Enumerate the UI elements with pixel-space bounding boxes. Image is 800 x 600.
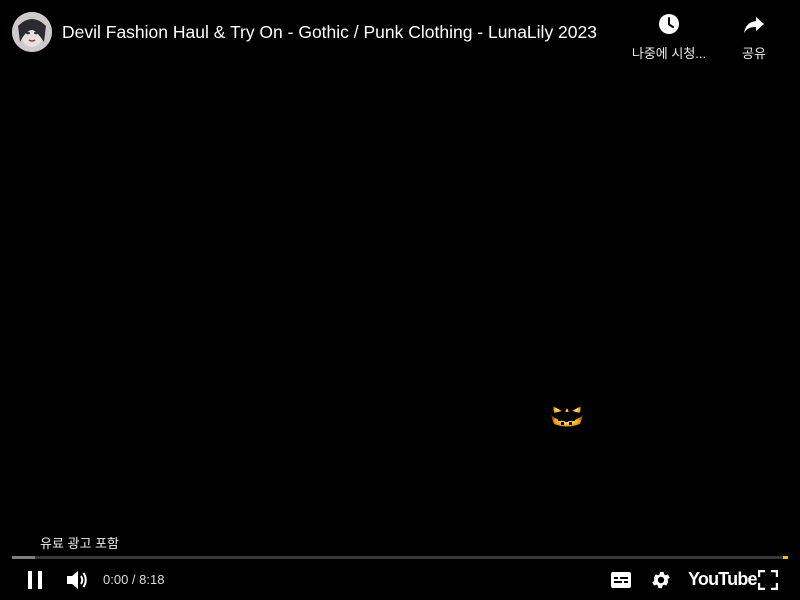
volume-icon [67, 571, 87, 589]
subtitles-icon [611, 572, 631, 588]
fullscreen-icon [758, 570, 778, 590]
avatar-image [12, 12, 52, 52]
progress-loaded [12, 556, 36, 559]
duration: 8:18 [139, 572, 165, 587]
player-top-bar: Devil Fashion Haul & Try On - Gothic / P… [0, 0, 800, 70]
video-title[interactable]: Devil Fashion Haul & Try On - Gothic / P… [62, 21, 597, 43]
share-icon [744, 17, 764, 33]
player-controls: 0:00 / 8:18 YouTube [0, 562, 800, 600]
pause-button[interactable] [21, 568, 49, 592]
share-label: 공유 [742, 46, 766, 61]
paid-promotion-label: 유료 광고 포함 [40, 536, 119, 551]
ad-marker [783, 556, 788, 559]
clock-icon [659, 14, 679, 34]
watch-later-label: 나중에 시청... [631, 46, 707, 61]
channel-avatar[interactable] [12, 12, 52, 52]
gear-icon [652, 571, 670, 589]
youtube-logo[interactable]: YouTube [688, 569, 758, 590]
progress-bar[interactable] [12, 556, 788, 559]
watch-later-button[interactable]: 나중에 시청... [628, 12, 710, 62]
settings-button[interactable] [647, 568, 675, 592]
time-display: 0:00 / 8:18 [103, 572, 164, 587]
jack-o-lantern-face [551, 406, 583, 427]
fullscreen-button[interactable] [754, 568, 782, 592]
time-separator: / [128, 572, 140, 587]
current-time: 0:00 [103, 572, 129, 587]
video-player[interactable]: Devil Fashion Haul & Try On - Gothic / P… [0, 0, 800, 600]
mute-button[interactable] [63, 568, 91, 592]
share-button[interactable]: 공유 [733, 12, 775, 62]
pause-icon [28, 571, 42, 589]
subtitles-button[interactable] [607, 568, 635, 592]
